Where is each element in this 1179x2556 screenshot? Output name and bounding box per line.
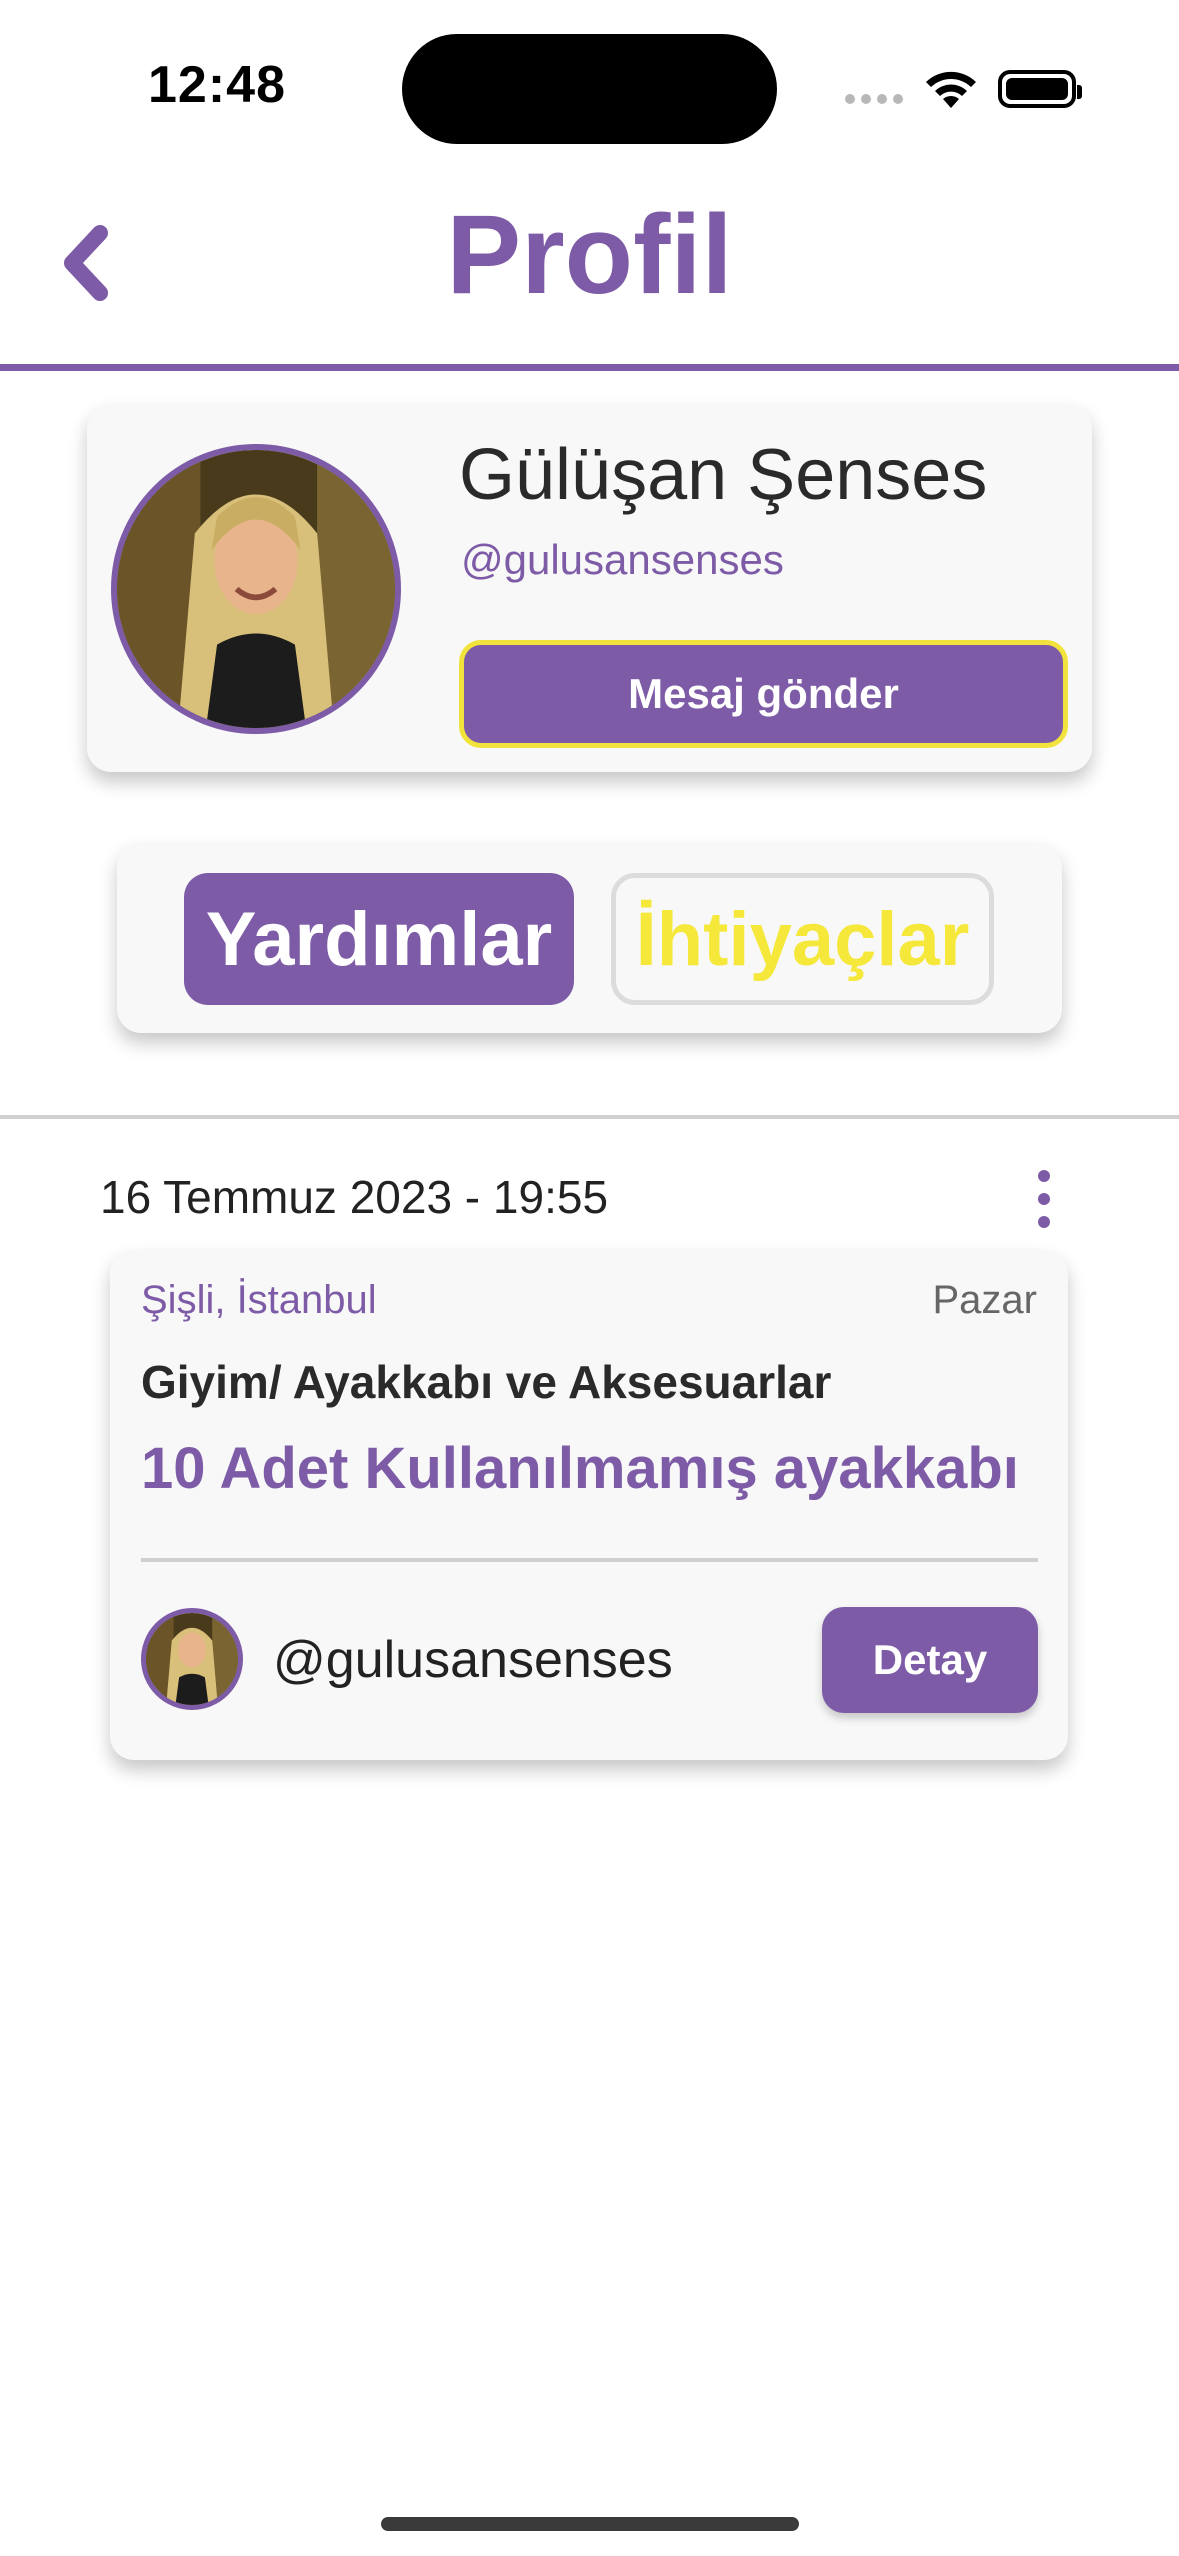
profile-screen: 12:48 Profil Gülüşan Şenses @gulusansens… <box>0 0 1179 2556</box>
author-handle[interactable]: @gulusansenses <box>273 1630 673 1690</box>
section-divider <box>0 1115 1179 1119</box>
profile-photo <box>117 450 395 728</box>
avatar[interactable] <box>111 444 401 734</box>
author-photo <box>146 1613 238 1705</box>
header-divider <box>0 364 1179 371</box>
profile-card: Gülüşan Şenses @gulusansenses Mesaj gönd… <box>87 404 1092 772</box>
battery-icon <box>998 70 1082 108</box>
page-title: Profil <box>446 192 733 317</box>
wifi-icon <box>926 71 976 108</box>
post-card[interactable]: Şişli, İstanbul Pazar Giyim/ Ayakkabı ve… <box>110 1250 1068 1760</box>
send-message-button[interactable]: Mesaj gönder <box>459 640 1068 748</box>
status-time: 12:48 <box>148 56 286 114</box>
profile-handle: @gulusansenses <box>461 536 784 583</box>
tab-ihtiyaclar[interactable]: İhtiyaçlar <box>611 873 994 1005</box>
profile-name: Gülüşan Şenses <box>459 435 988 515</box>
author-avatar[interactable] <box>141 1608 243 1710</box>
post-date: 16 Temmuz 2023 - 19:55 <box>100 1171 609 1223</box>
more-options-button[interactable] <box>1022 1170 1066 1228</box>
home-indicator[interactable] <box>381 2517 799 2531</box>
segment-tabs: Yardımlar İhtiyaçlar <box>117 843 1062 1033</box>
dynamic-island <box>402 34 777 144</box>
cellular-signal-icon <box>845 94 905 106</box>
more-vertical-icon <box>1038 1170 1050 1182</box>
post-divider <box>141 1558 1038 1562</box>
post-title: 10 Adet Kullanılmamış ayakkabı <box>141 1436 1019 1501</box>
tab-yardimlar[interactable]: Yardımlar <box>184 873 574 1005</box>
post-day: Pazar <box>932 1278 1038 1322</box>
post-location: Şişli, İstanbul <box>141 1278 377 1322</box>
post-category: Giyim/ Ayakkabı ve Aksesuarlar <box>141 1356 832 1408</box>
detail-button[interactable]: Detay <box>822 1607 1038 1713</box>
